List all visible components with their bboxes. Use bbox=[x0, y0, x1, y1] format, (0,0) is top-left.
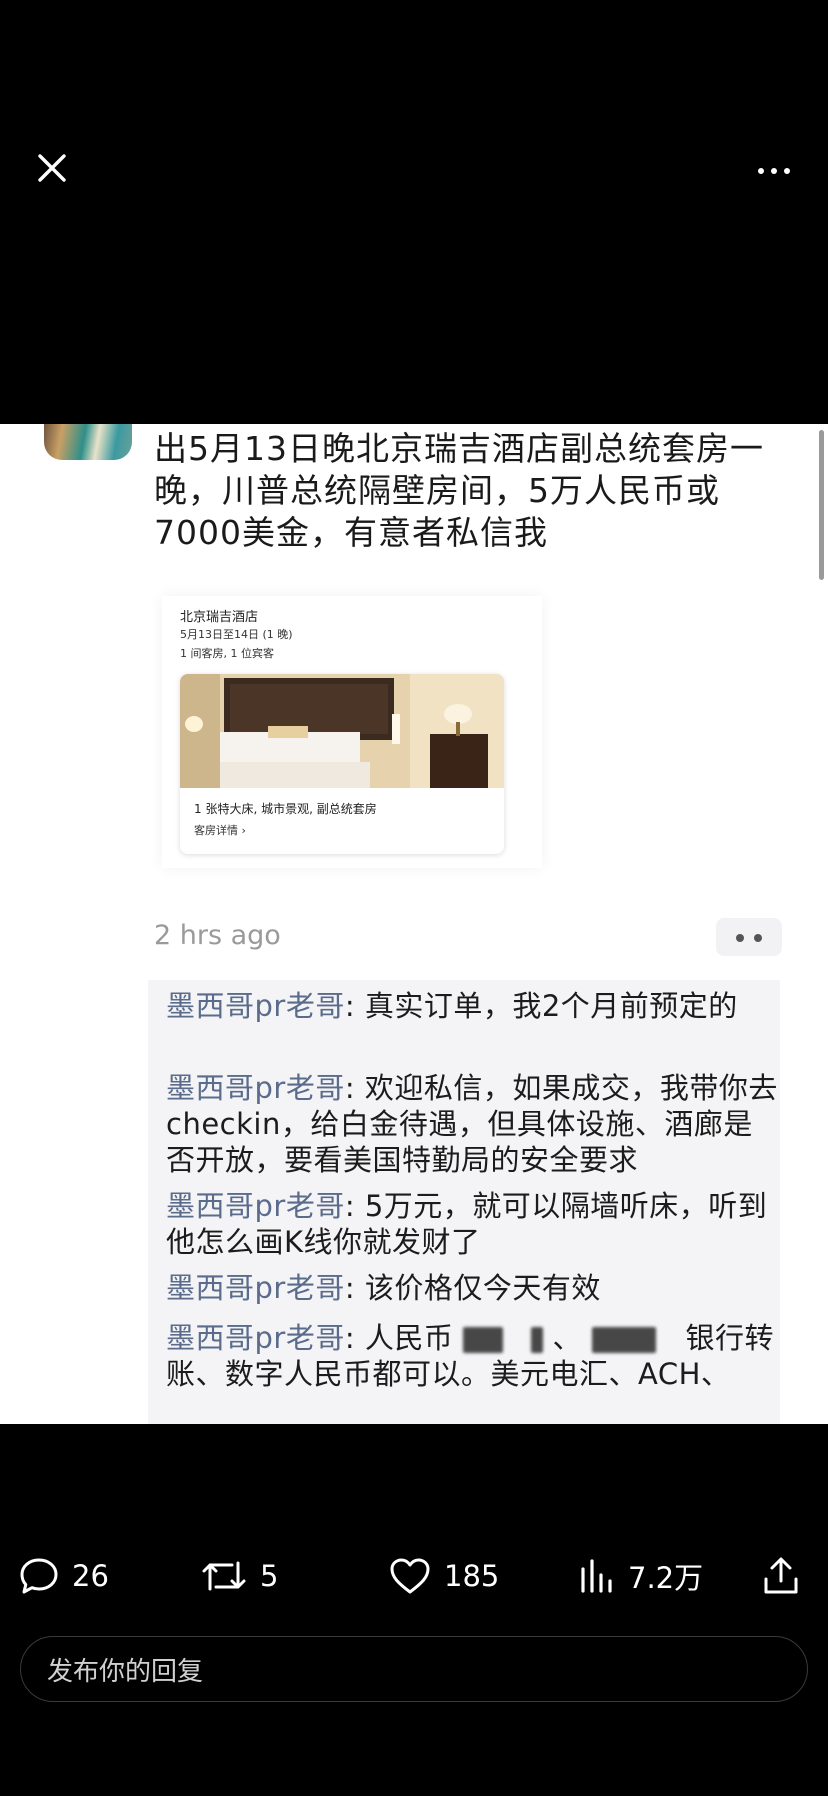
comment-item: 墨西哥pr老哥: 真实订单，我2个月前预定的 bbox=[166, 988, 778, 1024]
room-card: 1 张特大床, 城市景观, 副总统套房 客房详情 › bbox=[180, 674, 504, 854]
post-text: 出5月13日晚北京瑞吉酒店副总统套房一晚，川普总统隔壁房间，5万人民币或7000… bbox=[154, 429, 764, 552]
repost-icon bbox=[202, 1561, 246, 1591]
more-options-button[interactable] bbox=[716, 918, 782, 956]
close-button[interactable] bbox=[30, 146, 74, 190]
avatar[interactable] bbox=[44, 424, 132, 460]
comment-text: : 真实订单，我2个月前预定的 bbox=[344, 989, 738, 1023]
comment-author[interactable]: 墨西哥pr老哥 bbox=[166, 1071, 345, 1105]
scrollbar[interactable] bbox=[819, 430, 824, 580]
stats-icon bbox=[581, 1559, 612, 1593]
redacted-text bbox=[530, 1327, 543, 1353]
comment-text: : 人民币 bbox=[344, 1321, 454, 1355]
post-time: 2 hrs ago bbox=[154, 920, 281, 951]
comment-item: 墨西哥pr老哥: 5万元，就可以隔墙听床，听到他怎么画K线你就发财了 bbox=[166, 1188, 778, 1260]
view-count: 7.2万 bbox=[628, 1561, 704, 1595]
room-description: 1 张特大床, 城市景观, 副总统套房 bbox=[194, 802, 377, 816]
hotel-booking-card: 北京瑞吉酒店 5月13日至14日 (1 晚) 1 间客房, 1 位宾客 1 张特… bbox=[162, 596, 542, 868]
comment-icon bbox=[20, 1558, 58, 1594]
reply-count: 26 bbox=[72, 1559, 109, 1593]
comment-author[interactable]: 墨西哥pr老哥 bbox=[166, 989, 345, 1023]
share-button[interactable] bbox=[760, 1546, 802, 1606]
comment-item: 墨西哥pr老哥: 该价格仅今天有效 bbox=[166, 1270, 778, 1306]
comment-item: 墨西哥pr老哥: 欢迎私信，如果成交，我带你去checkin，给白金待遇，但具体… bbox=[166, 1070, 778, 1178]
comment-item: 墨西哥pr老哥: 人民币 、 银行转账、数字人民币都可以。美元电汇、ACH、 bbox=[166, 1321, 774, 1391]
like-button[interactable]: 185 bbox=[388, 1546, 499, 1606]
reply-placeholder: 发布你的回复 bbox=[47, 1657, 204, 1687]
reply-input[interactable]: 发布你的回复 bbox=[20, 1636, 808, 1702]
close-icon bbox=[38, 154, 66, 182]
repost-count: 5 bbox=[260, 1559, 279, 1593]
repost-button[interactable]: 5 bbox=[200, 1546, 278, 1606]
comment-author[interactable]: 墨西哥pr老哥 bbox=[166, 1321, 345, 1355]
hotel-name: 北京瑞吉酒店 bbox=[180, 610, 259, 625]
comment-text: : 该价格仅今天有效 bbox=[344, 1271, 601, 1305]
comments-list: 墨西哥pr老哥: 真实订单，我2个月前预定的 墨西哥pr老哥: 欢迎私信，如果成… bbox=[148, 980, 780, 1424]
top-bar bbox=[0, 0, 828, 424]
room-photo bbox=[180, 674, 504, 788]
more-button[interactable] bbox=[752, 150, 796, 194]
redacted-text bbox=[463, 1327, 504, 1353]
heart-icon bbox=[390, 1558, 430, 1594]
more-icon bbox=[758, 168, 764, 174]
booking-dates: 5月13日至14日 (1 晚) bbox=[180, 628, 293, 641]
action-bar: 26 5 185 7.2万 bbox=[0, 1530, 828, 1622]
like-count: 185 bbox=[444, 1559, 500, 1593]
views-button[interactable]: 7.2万 bbox=[578, 1546, 703, 1606]
share-icon bbox=[764, 1557, 798, 1594]
booking-guests: 1 间客房, 1 位宾客 bbox=[180, 647, 274, 660]
room-details-link[interactable]: 客房详情 › bbox=[194, 822, 246, 838]
reply-button[interactable]: 26 bbox=[18, 1546, 109, 1606]
post-screenshot: 出5月13日晚北京瑞吉酒店副总统套房一晚，川普总统隔壁房间，5万人民币或7000… bbox=[0, 424, 828, 1424]
redacted-text bbox=[591, 1327, 656, 1353]
comment-author[interactable]: 墨西哥pr老哥 bbox=[166, 1189, 345, 1223]
comment-author[interactable]: 墨西哥pr老哥 bbox=[166, 1271, 345, 1305]
dots-icon bbox=[736, 934, 744, 942]
